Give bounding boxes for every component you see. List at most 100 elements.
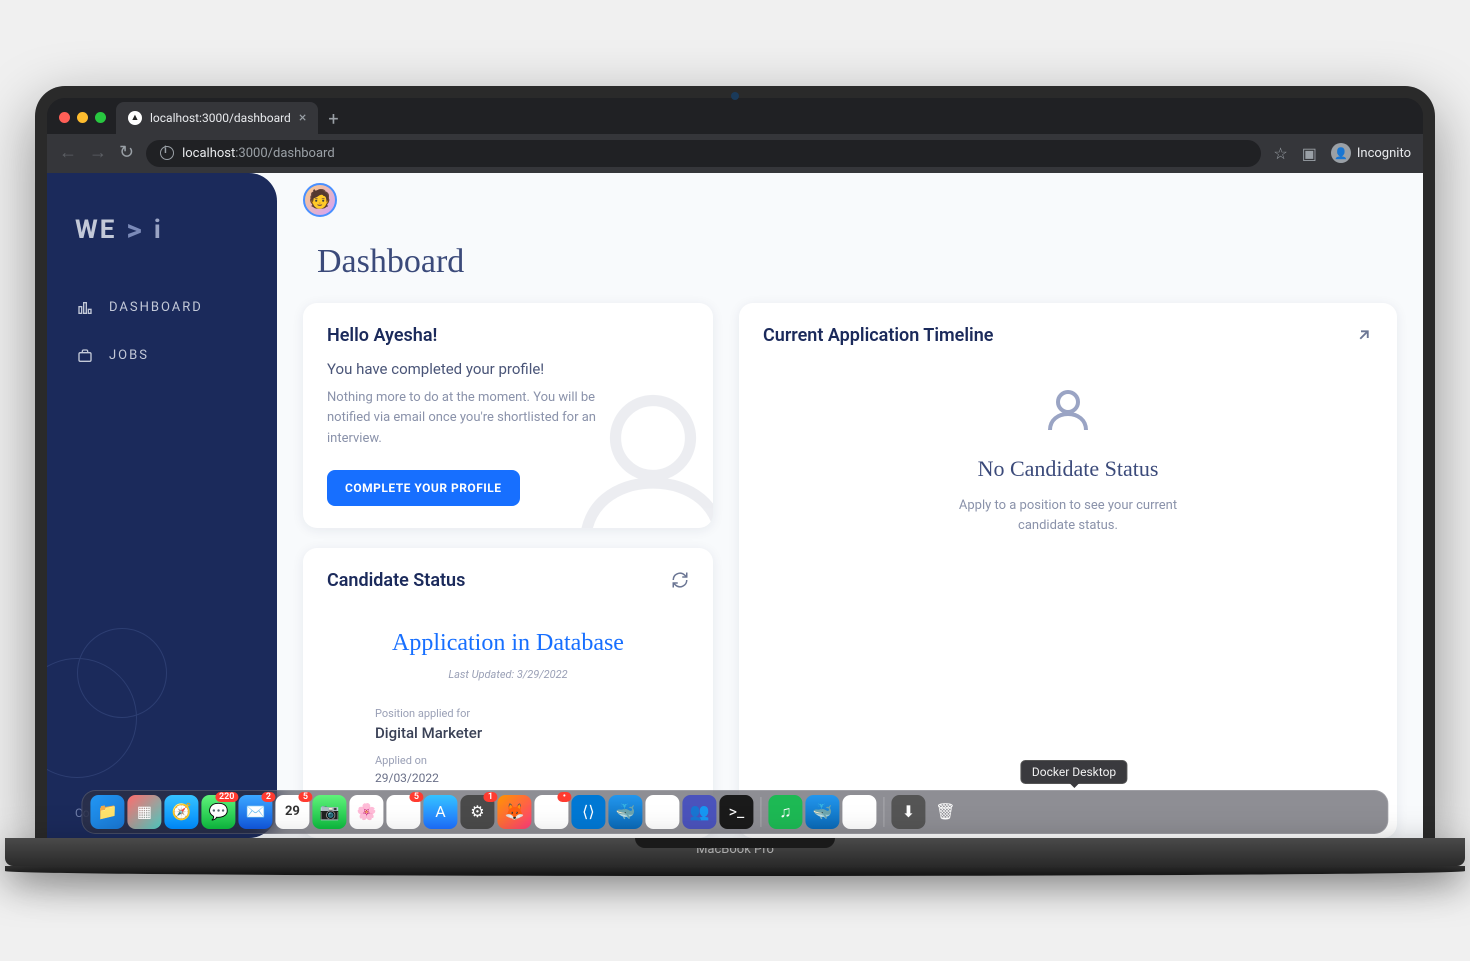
dock-app-docker2[interactable]: 🐳 (805, 795, 839, 829)
user-icon (1044, 386, 1092, 434)
main-content: 🧑 Dashboard Hello Ayesha! You have compl… (277, 173, 1423, 838)
logo-part-gt: > (126, 213, 143, 248)
hello-title: Hello Ayesha! (327, 325, 689, 346)
topbar: 🧑 (303, 183, 1397, 217)
dock-container: Docker Desktop 📁▦🧭💬220✉️2295📷🌸☑5A⚙1🦊✳•⟨⟩… (81, 790, 1388, 834)
dock-app-safari[interactable]: 🧭 (164, 795, 198, 829)
dock-app-terminal[interactable]: >_ (719, 795, 753, 829)
incognito-icon: 👤 (1331, 143, 1351, 163)
window-zoom[interactable] (95, 112, 106, 123)
tab-favicon-icon: ▲ (128, 111, 142, 125)
decorative-circle (77, 628, 167, 718)
page-title: Dashboard (303, 217, 1397, 303)
bookmark-icon[interactable]: ☆ (1273, 144, 1287, 163)
refresh-icon[interactable] (671, 571, 689, 589)
dock-badge: 2 (261, 792, 275, 802)
window-controls (55, 106, 116, 129)
hello-subtitle: You have completed your profile! (327, 360, 689, 378)
dock-app-calendar[interactable]: 295 (275, 795, 309, 829)
sidebar: WE > i DASHBOARD JOBS (47, 173, 277, 838)
dock-separator (883, 797, 884, 827)
avatar[interactable]: 🧑 (303, 183, 337, 217)
tab-close-icon[interactable]: × (299, 110, 306, 126)
dock-app-slack[interactable]: ✳• (534, 795, 568, 829)
laptop-notch (635, 838, 835, 848)
hello-card: Hello Ayesha! You have completed your pr… (303, 303, 713, 528)
dock-app-firefox[interactable]: 🦊 (497, 795, 531, 829)
window-minimize[interactable] (77, 112, 88, 123)
address-bar[interactable]: localhost:3000/dashboard (146, 140, 1261, 167)
laptop-foot (5, 866, 1465, 876)
camera-dot (731, 92, 739, 100)
logo[interactable]: WE > i (47, 201, 277, 284)
url-path: :3000/dashboard (235, 146, 334, 161)
sidebar-item-label: DASHBOARD (109, 300, 203, 315)
dock-badge: • (557, 792, 571, 802)
dock-app-launchpad[interactable]: ▦ (127, 795, 161, 829)
complete-profile-button[interactable]: COMPLETE YOUR PROFILE (327, 470, 520, 506)
dock-app-mail[interactable]: ✉️2 (238, 795, 272, 829)
dock-app-downloads[interactable]: ⬇ (891, 795, 925, 829)
dock-app-facetime[interactable]: 📷 (312, 795, 346, 829)
tab-title: localhost:3000/dashboard (150, 111, 291, 125)
dock-app-docker[interactable]: 🐳 (608, 795, 642, 829)
incognito-indicator[interactable]: 👤 Incognito (1331, 143, 1411, 163)
sidebar-item-label: JOBS (109, 348, 149, 363)
status-last-updated: Last Updated: 3/29/2022 (367, 668, 649, 681)
dock-app-office[interactable]: ▮ (645, 795, 679, 829)
position-value: Digital Marketer (375, 724, 641, 742)
dock-app-vscode[interactable]: ⟨⟩ (571, 795, 605, 829)
nav-reload-icon[interactable]: ↻ (119, 144, 134, 162)
status-title: Application in Database (367, 627, 649, 661)
timeline-card: Current Application Timeline No Candidat… (739, 303, 1397, 838)
dock-app-finder[interactable]: 📁 (90, 795, 124, 829)
incognito-label: Incognito (1357, 146, 1411, 161)
dashboard-icon (77, 300, 93, 316)
new-tab-button[interactable]: + (318, 105, 348, 134)
webpage-viewport: WE > i DASHBOARD JOBS (47, 173, 1423, 838)
logo-part-i: i (154, 215, 163, 245)
dock-app-reminders[interactable]: ☑5 (386, 795, 420, 829)
dock-app-messages[interactable]: 💬220 (201, 795, 235, 829)
nav-back-icon[interactable]: ← (59, 144, 77, 162)
dock-app-spotify[interactable]: ♫ (768, 795, 802, 829)
browser-tab-active[interactable]: ▲ localhost:3000/dashboard × (116, 102, 318, 134)
dock-app-teams[interactable]: 👥 (682, 795, 716, 829)
laptop-bezel: ▲ localhost:3000/dashboard × + ← → ↻ (35, 86, 1435, 838)
dock: 📁▦🧭💬220✉️2295📷🌸☑5A⚙1🦊✳•⟨⟩🐳▮👥>_♫🐳◉⬇🗑 (81, 790, 1388, 834)
position-label: Position applied for (375, 707, 641, 720)
dock-badge: 220 (215, 792, 238, 802)
url-host: localhost (182, 146, 235, 161)
logo-part-we: WE (75, 215, 116, 245)
card-title: Candidate Status (327, 570, 465, 591)
sidebar-item-dashboard[interactable]: DASHBOARD (47, 284, 277, 332)
briefcase-icon (77, 348, 93, 364)
person-silhouette-icon (563, 378, 713, 528)
browser-toolbar: ← → ↻ localhost:3000/dashboard ☆ ▣ 👤 (47, 134, 1423, 173)
browser-window: ▲ localhost:3000/dashboard × + ← → ↻ (47, 98, 1423, 838)
laptop-mockup: ▲ localhost:3000/dashboard × + ← → ↻ (35, 86, 1435, 876)
window-close[interactable] (59, 112, 70, 123)
empty-state-title: No Candidate Status (793, 456, 1343, 482)
laptop-base: MacBook Pro (5, 838, 1465, 866)
dock-app-trash[interactable]: 🗑 (928, 795, 962, 829)
dock-badge: 5 (409, 792, 423, 802)
browser-tab-strip: ▲ localhost:3000/dashboard × + (47, 98, 1423, 134)
dock-tooltip: Docker Desktop (1021, 760, 1127, 784)
empty-state-description: Apply to a position to see your current … (958, 496, 1178, 538)
dock-app-chrome[interactable]: ◉ (842, 795, 876, 829)
dock-app-settings[interactable]: ⚙1 (460, 795, 494, 829)
applied-on-value: 29/03/2022 (375, 771, 641, 785)
screen: ▲ localhost:3000/dashboard × + ← → ↻ (47, 98, 1423, 838)
sidebar-item-jobs[interactable]: JOBS (47, 332, 277, 380)
site-info-icon[interactable] (160, 146, 174, 160)
dock-badge: 5 (298, 792, 312, 802)
dock-badge: 1 (483, 792, 497, 802)
extensions-icon[interactable]: ▣ (1302, 144, 1317, 163)
dock-app-appstore[interactable]: A (423, 795, 457, 829)
nav-forward-icon[interactable]: → (89, 144, 107, 162)
card-title: Current Application Timeline (763, 325, 993, 346)
applied-on-label: Applied on (375, 754, 641, 767)
expand-icon[interactable] (1355, 326, 1373, 344)
dock-app-photos[interactable]: 🌸 (349, 795, 383, 829)
